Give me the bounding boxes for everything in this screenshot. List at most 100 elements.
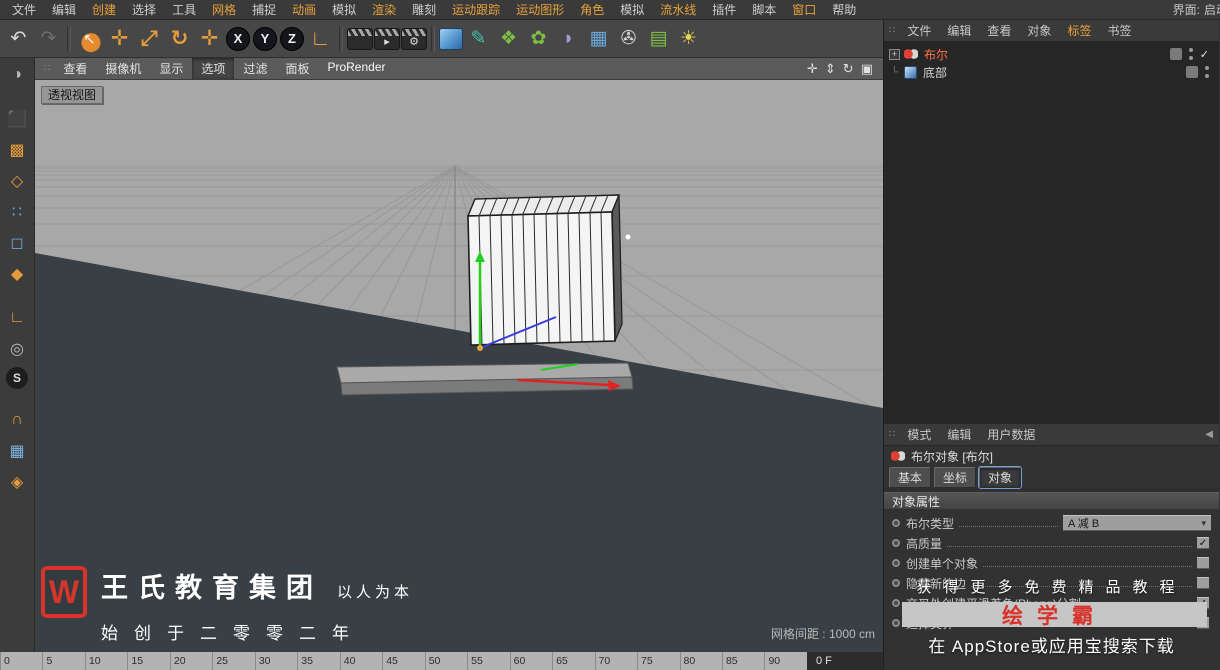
visibility-dots-icon[interactable] (1188, 48, 1193, 60)
mograph-cloner-icon[interactable]: ❖ (494, 24, 523, 54)
viewport-solo-icon[interactable]: ◎ (4, 336, 30, 362)
menubar-item[interactable]: 渲染 (364, 0, 404, 20)
viewport-3d-canvas[interactable]: 透视视图 W 王氏教育集团 以人为本 始创于二零零二年 网格间距: 1000 … (35, 80, 883, 652)
y-axis-lock-icon[interactable]: Y (253, 26, 277, 51)
menubar-item[interactable]: 模拟 (612, 0, 652, 20)
object-row-boole[interactable]: + 布尔 ✓ (884, 45, 1219, 63)
menubar-item[interactable]: 模拟 (324, 0, 364, 20)
display-toggle-icon[interactable]: ▤ (644, 24, 673, 54)
select-intersection-checkbox[interactable] (1197, 617, 1209, 629)
panel-handle-icon[interactable]: ∷ (44, 63, 51, 74)
menubar-item[interactable]: 编辑 (44, 0, 84, 20)
view-name-chip[interactable]: 透视视图 (41, 86, 104, 104)
attribute-menu-item[interactable]: 编辑 (939, 426, 979, 443)
collapse-panel-icon[interactable]: ◀ (1205, 429, 1213, 440)
panel-handle-icon[interactable]: ∷ (889, 25, 896, 36)
live-selection-icon[interactable]: ↖ (75, 23, 104, 54)
points-mode-icon[interactable]: ∷ (4, 199, 30, 225)
z-axis-lock-icon[interactable]: Z (280, 26, 304, 51)
object-list[interactable]: + 布尔 ✓ └ 底部 (884, 42, 1219, 424)
panel-handle-icon[interactable]: ∷ (889, 429, 896, 440)
viewport-menu-item[interactable]: 显示 (150, 58, 192, 79)
separator[interactable] (431, 25, 435, 52)
boole-type-dropdown[interactable]: A 减 B ▾ (1063, 515, 1211, 531)
rotate-tool-icon[interactable]: ↻ (165, 24, 194, 54)
menubar-item[interactable]: 捕捉 (244, 0, 284, 20)
interface-selector[interactable]: 界面: 启动 (1173, 1, 1220, 18)
visibility-dots-icon[interactable] (1205, 66, 1209, 78)
edges-mode-icon[interactable]: ◻ (4, 230, 30, 256)
menubar-item[interactable]: 运动跟踪 (444, 0, 508, 20)
menubar-item[interactable]: 动画 (284, 0, 324, 20)
keyframe-dot-icon[interactable] (892, 519, 900, 527)
layer-tag-icon[interactable] (1186, 66, 1198, 78)
cube-primitive-icon[interactable] (439, 27, 463, 50)
spline-pen-icon[interactable]: ✎ (464, 24, 493, 54)
single-object-checkbox[interactable] (1197, 557, 1209, 569)
polygons-mode-icon[interactable]: ◆ (4, 261, 30, 287)
timeline-ruler[interactable]: 0 5 10 15 20 25 30 35 40 45 50 55 60 65 … (0, 652, 807, 670)
menubar-item[interactable]: 角色 (572, 0, 612, 20)
slab-object[interactable] (336, 362, 634, 396)
viewport-menu-item[interactable]: 过滤 (234, 58, 276, 79)
gizmo-origin-dot[interactable] (477, 345, 483, 351)
texture-mode-icon[interactable]: ▩ (4, 137, 30, 163)
object-manager-menu-item[interactable]: 编辑 (939, 22, 979, 39)
viewport-menu-item[interactable]: 查看 (54, 58, 96, 79)
keyframe-dot-icon[interactable] (892, 579, 900, 587)
menubar-item[interactable]: 雕刻 (404, 0, 444, 20)
move-tool-icon[interactable]: ✛ (105, 24, 134, 54)
redo-icon[interactable]: ↷ (34, 24, 63, 54)
viewport-menu-item[interactable]: 选项 (192, 58, 235, 79)
field-icon[interactable]: ✿ (524, 24, 553, 54)
axis-mode-icon[interactable]: ∟ (4, 305, 30, 331)
viewport-menu-item[interactable]: 摄像机 (96, 58, 150, 79)
object-manager-menu-item[interactable]: 标签 (1059, 22, 1099, 39)
attribute-tab[interactable]: 基本 (889, 466, 932, 488)
separator[interactable] (67, 25, 71, 52)
phong-break-checkbox[interactable] (1197, 597, 1209, 609)
menubar-item[interactable]: 窗口 (784, 0, 824, 20)
menubar-item[interactable]: 网格 (204, 0, 244, 20)
attribute-tab[interactable]: 坐标 (934, 466, 977, 488)
object-manager-menu-item[interactable]: 查看 (979, 22, 1019, 39)
menubar-item[interactable]: 流水线 (652, 0, 704, 20)
hide-new-edges-checkbox[interactable] (1197, 577, 1209, 589)
keyframe-dot-icon[interactable] (892, 619, 900, 627)
snap-enable-icon[interactable]: ∩ (4, 407, 30, 433)
scale-tool-icon[interactable]: ⤢ (135, 24, 164, 54)
deformer-icon[interactable]: ◗ (554, 24, 583, 54)
camera-icon[interactable]: ✇ (614, 24, 643, 54)
object-row-bottom[interactable]: └ 底部 (884, 63, 1219, 81)
menubar-item[interactable]: 帮助 (824, 0, 864, 20)
keyframe-dot-icon[interactable] (892, 539, 900, 547)
recent-tool-icon[interactable]: ✛ (195, 24, 224, 54)
attribute-menu-item[interactable]: 用户数据 (979, 426, 1043, 443)
menubar-item[interactable]: 脚本 (744, 0, 784, 20)
workplane-snap-icon[interactable]: ◈ (4, 469, 30, 495)
layer-tag-icon[interactable] (1169, 48, 1182, 60)
menubar-item[interactable]: 文件 (4, 0, 44, 20)
render-picture-viewer-icon[interactable]: ▸ (374, 27, 400, 50)
menubar-item[interactable]: 插件 (704, 0, 744, 20)
enabled-check-icon[interactable]: ✓ (1200, 48, 1209, 61)
separator[interactable] (339, 25, 343, 52)
menubar-item[interactable]: 选择 (124, 0, 164, 20)
zoom-view-icon[interactable]: ⇕ (825, 61, 836, 77)
menubar-item[interactable]: 创建 (84, 0, 124, 20)
object-manager-menu-item[interactable]: 书签 (1099, 22, 1139, 39)
undo-icon[interactable]: ↶ (4, 24, 33, 54)
expand-toggle[interactable]: + (889, 48, 900, 60)
keyframe-dot-icon[interactable] (892, 559, 900, 567)
attribute-menu-item[interactable]: 模式 (899, 426, 939, 443)
object-manager-menu-item[interactable]: 对象 (1019, 22, 1059, 39)
object-manager-menu-item[interactable]: 文件 (899, 22, 939, 39)
selection-point-dot[interactable] (625, 234, 631, 240)
object-name[interactable]: 布尔 (924, 46, 948, 63)
object-name[interactable]: 底部 (923, 64, 947, 81)
viewport-menu-item[interactable]: ProRender (318, 58, 394, 79)
render-settings-icon[interactable]: ⚙ (401, 27, 427, 50)
menubar-item[interactable]: 运动图形 (508, 0, 572, 20)
x-axis-lock-icon[interactable]: X (226, 26, 250, 51)
attribute-tab[interactable]: 对象 (978, 465, 1023, 489)
